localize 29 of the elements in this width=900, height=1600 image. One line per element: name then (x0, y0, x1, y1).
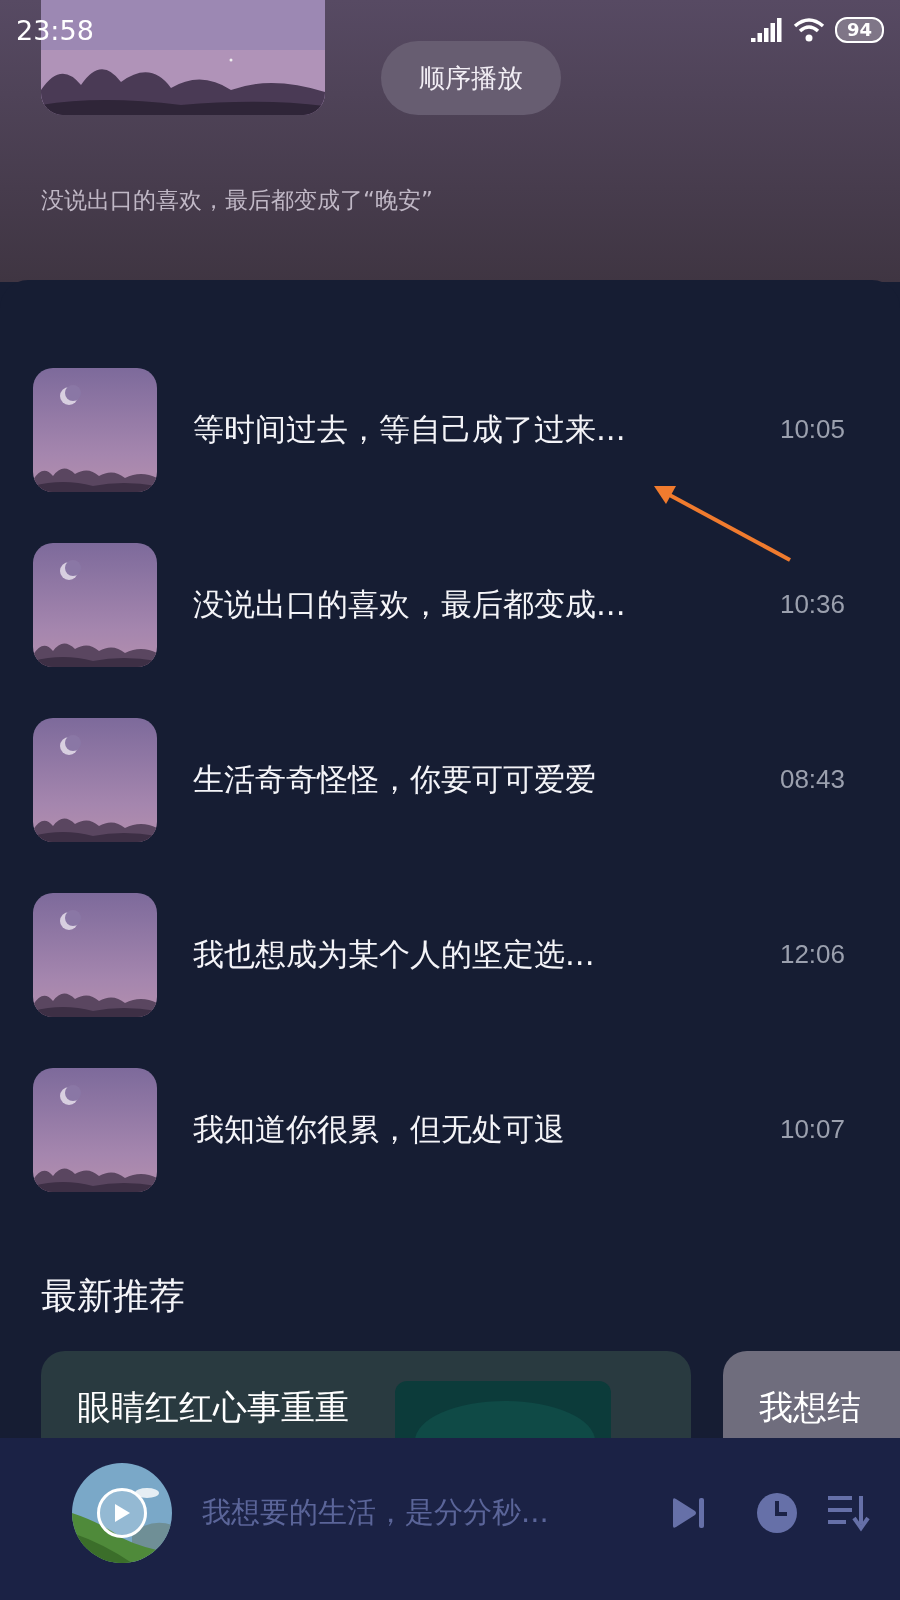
battery-indicator: 94 (834, 17, 884, 43)
playlist-button[interactable] (828, 1494, 870, 1532)
track-title[interactable]: 没说出口的喜欢，最后都变成... (193, 583, 780, 626)
timer-button[interactable] (756, 1492, 798, 1534)
clock-icon (756, 1492, 798, 1534)
play-mode-button[interactable]: 顺序播放 (381, 41, 561, 115)
card-title: 眼睛红红心事重重 (77, 1386, 349, 1429)
track-duration: 10:05 (779, 414, 845, 445)
recommendation-card[interactable]: 我想结 (723, 1351, 900, 1438)
sort-list-icon (828, 1494, 870, 1532)
next-button[interactable] (670, 1495, 706, 1531)
track-title[interactable]: 生活奇奇怪怪，你要可可爱爱 (193, 758, 780, 801)
skip-next-icon (670, 1495, 706, 1531)
track-title[interactable]: 我也想成为某个人的坚定选... (193, 933, 780, 976)
track-duration: 10:07 (779, 1114, 845, 1145)
wifi-icon (792, 17, 825, 43)
play-icon (113, 1503, 131, 1523)
recommendation-card[interactable]: 眼睛红红心事重重 (41, 1351, 691, 1438)
play-button[interactable] (97, 1488, 147, 1538)
track-duration: 08:43 (779, 764, 845, 795)
section-title: 最新推荐 (41, 1274, 186, 1318)
card-title: 我想结 (759, 1386, 861, 1429)
track-duration: 10:36 (779, 589, 845, 620)
track-title[interactable]: 我知道你很累，但无处可退 (193, 1108, 780, 1151)
track-duration: 12:06 (779, 939, 845, 970)
playlist-description: 没说出口的喜欢，最后都变成了“晚安” (41, 186, 434, 215)
now-playing-title: 我想要的生活，是分分秒... (202, 1494, 550, 1531)
track-title[interactable]: 等时间过去，等自己成了过来... (193, 408, 780, 451)
signal-icon (750, 18, 783, 42)
